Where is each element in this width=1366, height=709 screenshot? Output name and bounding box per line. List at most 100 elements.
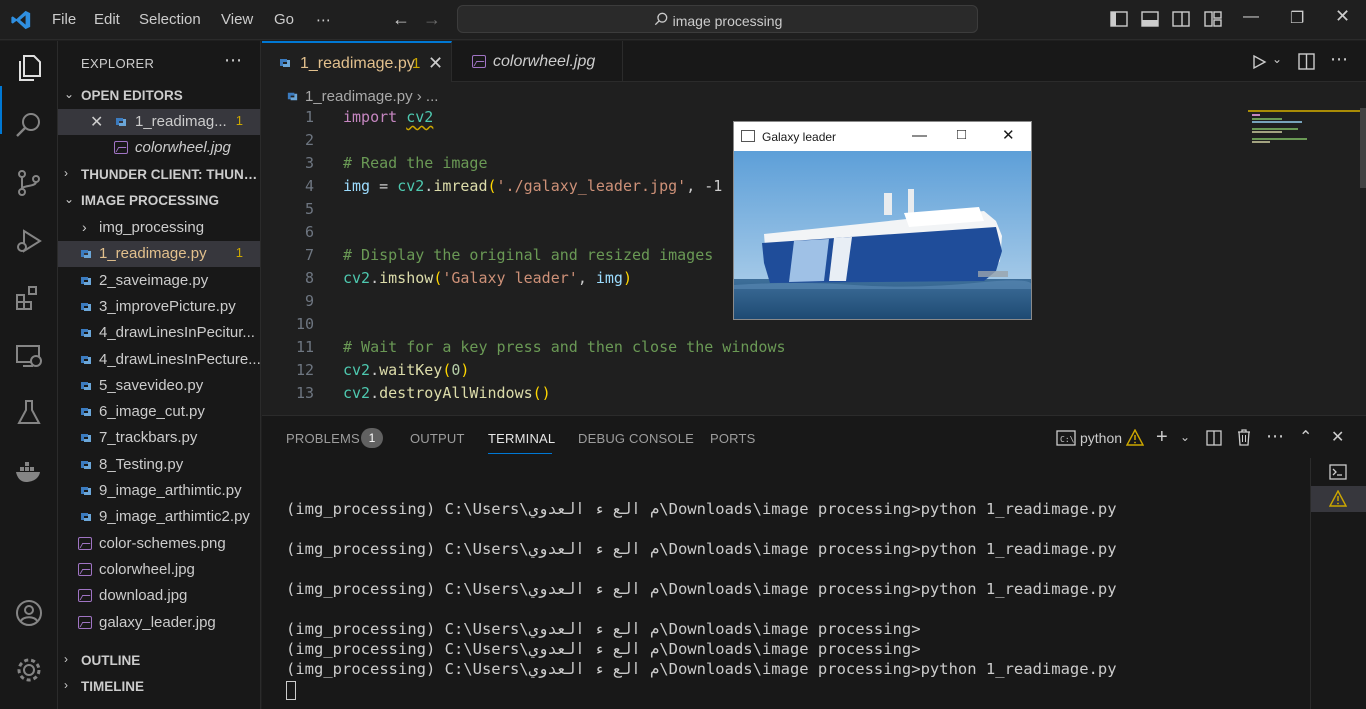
settings-gear-icon[interactable] [14, 655, 44, 685]
image-processing-folder-header[interactable]: ⌄ IMAGE PROCESSING [58, 188, 260, 214]
folder-item[interactable]: › img_processing [58, 215, 260, 241]
maximize-panel-chevron-up-icon[interactable]: ⌃ [1299, 427, 1312, 447]
file-item[interactable]: 4_drawLinesInPecitur... [58, 320, 260, 346]
breadcrumb-file[interactable]: 1_readimage.py [305, 88, 413, 105]
file-item[interactable]: galaxy_leader.jpg [58, 610, 260, 636]
extensions-icon[interactable] [14, 284, 44, 314]
tab-terminal[interactable]: TERMINAL [488, 431, 555, 446]
file-item[interactable]: 5_savevideo.py [58, 373, 260, 399]
vscode-logo-icon [11, 10, 31, 30]
new-terminal-plus-icon[interactable]: + [1156, 426, 1168, 449]
close-panel-icon[interactable]: ✕ [1331, 427, 1344, 447]
file-item[interactable]: 8_Testing.py [58, 452, 260, 478]
menu-file[interactable]: File [52, 11, 76, 28]
line-number: 8 [304, 269, 314, 287]
run-debug-icon[interactable] [14, 226, 44, 256]
close-window-icon[interactable]: ✕ [1002, 126, 1015, 144]
docker-icon[interactable] [14, 457, 44, 487]
minimap[interactable] [1248, 108, 1366, 408]
minimize-icon[interactable]: — [1243, 8, 1259, 26]
tab-colorwheel[interactable]: colorwheel.jpg [452, 41, 623, 82]
menu-view[interactable]: View [221, 11, 253, 28]
kill-terminal-trash-icon[interactable] [1237, 429, 1251, 446]
more-actions-icon[interactable]: ⋯ [224, 50, 242, 71]
file-item[interactable]: 4_drawLinesInPecture... [58, 347, 260, 373]
toggle-secondary-sidebar-icon[interactable] [1172, 10, 1190, 28]
open-editors-header[interactable]: ⌄ OPEN EDITORS [58, 83, 260, 109]
more-menu-icon[interactable]: ⋯ [316, 11, 331, 29]
line-number: 3 [304, 154, 314, 172]
maximize-icon[interactable]: □ [957, 126, 966, 143]
command-center-search[interactable]: image processing [457, 5, 978, 33]
image-window-titlebar[interactable]: Galaxy leader — □ ✕ [734, 122, 1031, 151]
terminal-instance-selected[interactable] [1311, 486, 1366, 512]
tab-1-readimage[interactable]: 1_readimage.py 1 ✕ [262, 41, 452, 82]
split-terminal-icon[interactable] [1206, 430, 1222, 446]
image-file-icon [114, 141, 128, 154]
close-tab-icon[interactable]: ✕ [428, 53, 443, 74]
file-name: 9_image_arthimtic2.py [99, 508, 250, 526]
file-item[interactable]: 3_improvePicture.py [58, 294, 260, 320]
file-item[interactable]: 7_trackbars.py [58, 425, 260, 451]
image-viewer-window[interactable]: Galaxy leader — □ ✕ [733, 121, 1032, 320]
customize-layout-icon[interactable] [1204, 10, 1222, 28]
file-item[interactable]: 1_readimage.py 1 [58, 241, 260, 268]
close-window-icon[interactable]: ✕ [1335, 6, 1350, 27]
open-editor-item[interactable]: colorwheel.jpg [58, 135, 260, 161]
python-file-icon [81, 302, 91, 311]
editor-more-icon[interactable]: ⋯ [1330, 49, 1348, 70]
file-item[interactable]: 9_image_arthimtic2.py [58, 504, 260, 530]
panel-more-icon[interactable]: ⋯ [1266, 426, 1284, 447]
tab-ports[interactable]: PORTS [710, 431, 756, 446]
chevron-right-icon: › [64, 166, 68, 180]
toggle-panel-icon[interactable] [1141, 10, 1159, 28]
remote-explorer-icon[interactable] [14, 341, 44, 371]
split-editor-icon[interactable] [1298, 53, 1315, 70]
file-item[interactable]: download.jpg [58, 583, 260, 609]
line-number: 11 [295, 338, 314, 356]
timeline-header[interactable]: › TIMELINE [58, 674, 260, 700]
tab-problem-badge: 1 [412, 55, 421, 72]
file-name: img_processing [99, 219, 205, 236]
python-file-icon [81, 513, 91, 522]
file-name: 5_savevideo.py [99, 376, 204, 394]
explorer-icon[interactable] [14, 53, 44, 83]
run-python-icon[interactable] [1251, 54, 1267, 70]
file-item[interactable]: 9_image_arthimtic.py [58, 478, 260, 504]
file-item[interactable]: colorwheel.jpg [58, 557, 260, 583]
accounts-icon[interactable] [14, 598, 44, 628]
image-file-icon [78, 589, 92, 603]
menu-edit[interactable]: Edit [94, 11, 120, 28]
terminal-line: (img_processing) C:\Users\م الع ء العدوي… [286, 580, 1117, 598]
terminal-icon[interactable] [1329, 464, 1347, 480]
minimize-icon[interactable]: — [912, 127, 927, 144]
restore-icon[interactable]: ❐ [1290, 8, 1304, 28]
file-name: 6_image_cut.py [99, 403, 205, 421]
open-editor-item[interactable]: ✕ 1_readimag... 1 [58, 109, 260, 135]
chevron-right-icon: › [82, 219, 87, 235]
file-item[interactable]: 6_image_cut.py [58, 399, 260, 425]
activity-bar [0, 41, 58, 709]
file-item[interactable]: 2_saveimage.py [58, 268, 260, 294]
file-item[interactable]: color-schemes.png [58, 531, 260, 557]
tab-output[interactable]: OUTPUT [410, 431, 465, 446]
testing-flask-icon[interactable] [14, 398, 44, 428]
breadcrumb-rest[interactable]: › ... [417, 88, 439, 105]
tab-debug-console[interactable]: DEBUG CONSOLE [578, 431, 694, 446]
thunder-client-header[interactable]: › THUNDER CLIENT: THUND... [58, 162, 260, 188]
search-icon[interactable] [14, 110, 44, 140]
terminal-options-chevron-icon[interactable]: ⌄ [1180, 430, 1190, 444]
run-options-chevron-icon[interactable]: ⌄ [1272, 52, 1282, 66]
shell-name[interactable]: python [1080, 430, 1122, 446]
toggle-sidebar-icon[interactable] [1110, 10, 1128, 28]
menu-selection[interactable]: Selection [139, 11, 201, 28]
back-arrow-icon[interactable]: ← [392, 9, 410, 30]
source-control-icon[interactable] [14, 168, 44, 198]
tab-problems[interactable]: PROBLEMS [286, 431, 360, 446]
line-number: 12 [295, 361, 314, 379]
warning-icon [1329, 490, 1347, 507]
outline-header[interactable]: › OUTLINE [58, 648, 260, 674]
forward-arrow-icon[interactable]: → [423, 9, 441, 30]
close-icon[interactable]: ✕ [90, 112, 103, 132]
menu-go[interactable]: Go [274, 11, 294, 28]
